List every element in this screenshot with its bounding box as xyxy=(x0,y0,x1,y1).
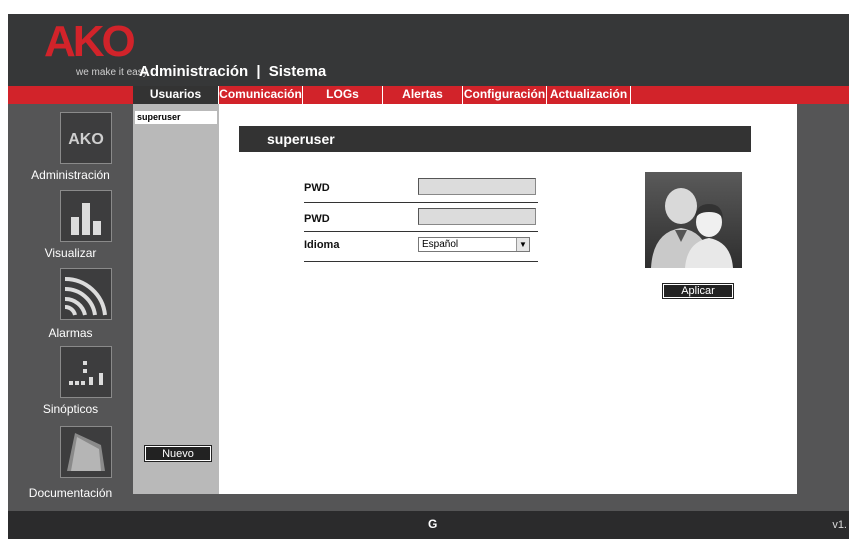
user-form-title: superuser xyxy=(239,126,751,152)
ako-logo: AKO xyxy=(44,17,136,66)
svg-text:AKO: AKO xyxy=(68,131,104,148)
signal-arcs-icon xyxy=(60,268,112,320)
user-list-item[interactable]: superuser xyxy=(135,111,217,124)
nav-label: Documentación xyxy=(28,486,113,500)
nav-item-documentacion[interactable]: Documentación xyxy=(8,426,133,500)
user-avatar xyxy=(645,172,742,268)
refresh-icon[interactable]: G xyxy=(428,517,437,531)
tab-alertas[interactable]: Alertas xyxy=(383,86,463,104)
version-label: v1. xyxy=(832,519,847,531)
language-label: Idioma xyxy=(304,239,340,251)
pwd-field[interactable] xyxy=(418,178,536,195)
footer-bar: G v1. xyxy=(8,511,849,539)
title-main: Administración xyxy=(139,63,249,80)
nav-label: Visualizar xyxy=(44,246,97,260)
book-icon xyxy=(60,426,112,478)
new-user-button[interactable]: Nuevo xyxy=(144,445,212,462)
nav-item-administracion[interactable]: AKO Administración xyxy=(8,112,133,184)
nav-item-visualizar[interactable]: Visualizar xyxy=(8,190,133,262)
tab-usuarios[interactable]: Usuarios xyxy=(133,86,219,104)
apply-button[interactable]: Aplicar xyxy=(662,283,734,299)
pwd-confirm-row: PWD xyxy=(304,207,538,232)
header: AKO we make it easy Administración | Sis… xyxy=(8,14,849,86)
user-form-panel: superuser PWD PWD Idioma Español ▼ Aplic… xyxy=(219,104,797,494)
bar-chart-icon xyxy=(60,190,112,242)
language-value: Español xyxy=(422,239,459,250)
nav-item-alarmas[interactable]: Alarmas xyxy=(8,268,133,340)
tab-logs[interactable]: LOGs xyxy=(303,86,383,104)
pwd-confirm-label: PWD xyxy=(304,213,330,225)
tagline: we make it easy xyxy=(76,67,148,78)
app-window: AKO we make it easy Administración | Sis… xyxy=(8,14,849,539)
dot-grid-icon xyxy=(60,346,112,398)
language-select[interactable]: Español ▼ xyxy=(418,237,530,252)
nav-label: Sinópticos xyxy=(42,402,99,416)
left-nav: AKO Administración Visualizar Alarmas Si… xyxy=(8,104,133,500)
ako-logo-icon: AKO xyxy=(60,112,112,164)
tab-actualizacion[interactable]: Actualización xyxy=(547,86,631,104)
users-silhouette-icon xyxy=(651,188,733,268)
title-separator: | xyxy=(256,63,261,80)
nav-label: Alarmas xyxy=(48,326,93,340)
pwd-label: PWD xyxy=(304,182,330,194)
pwd-row: PWD xyxy=(304,178,538,203)
page-title: Administración | Sistema xyxy=(139,63,326,80)
tab-bar: Usuarios Comunicación LOGs Alertas Confi… xyxy=(8,86,849,104)
title-sub: Sistema xyxy=(268,63,327,80)
nav-label: Administración xyxy=(31,168,110,182)
nav-item-sinopticos[interactable]: Sinópticos xyxy=(8,346,133,418)
language-row: Idioma Español ▼ xyxy=(304,237,538,262)
chevron-down-icon[interactable]: ▼ xyxy=(516,238,529,251)
tab-configuracion[interactable]: Configuración xyxy=(463,86,547,104)
pwd-confirm-field[interactable] xyxy=(418,208,536,225)
tab-comunicacion[interactable]: Comunicación xyxy=(219,86,303,104)
user-list-panel: superuser Nuevo xyxy=(133,104,219,494)
